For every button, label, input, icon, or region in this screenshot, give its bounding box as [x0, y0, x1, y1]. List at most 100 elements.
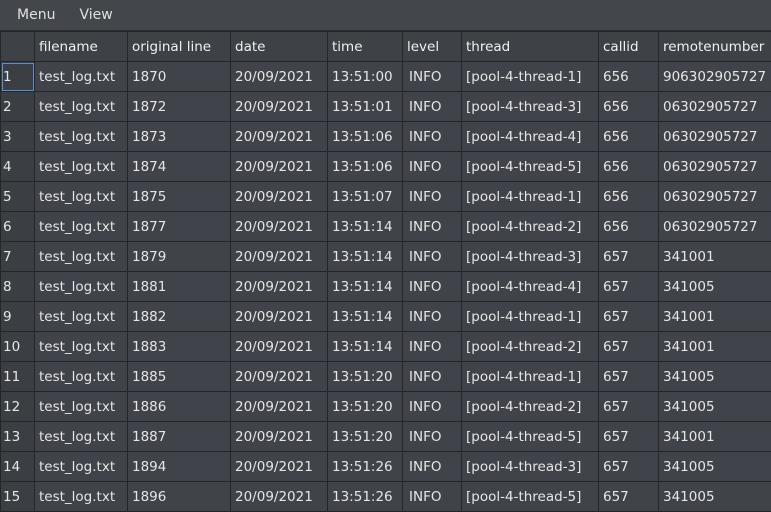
cell-row-number[interactable]: 14	[1, 452, 35, 482]
table-row[interactable]: 15test_log.txt189620/09/202113:51:26INFO…	[1, 482, 771, 512]
cell-remotenumber[interactable]: 341005	[659, 482, 771, 512]
cell-filename[interactable]: test_log.txt	[35, 122, 128, 152]
column-header-date[interactable]: date	[231, 32, 328, 62]
cell-callid[interactable]: 657	[599, 452, 659, 482]
cell-filename[interactable]: test_log.txt	[35, 302, 128, 332]
cell-time[interactable]: 13:51:26	[328, 482, 403, 512]
table-row[interactable]: 14test_log.txt189420/09/202113:51:26INFO…	[1, 452, 771, 482]
column-header-thread[interactable]: thread	[462, 32, 599, 62]
cell-time[interactable]: 13:51:14	[328, 302, 403, 332]
cell-date[interactable]: 20/09/2021	[231, 482, 328, 512]
cell-original-line[interactable]: 1870	[128, 62, 231, 92]
cell-thread[interactable]: [pool-4-thread-5]	[462, 152, 599, 182]
cell-callid[interactable]: 657	[599, 332, 659, 362]
cell-time[interactable]: 13:51:26	[328, 452, 403, 482]
cell-callid[interactable]: 657	[599, 422, 659, 452]
cell-original-line[interactable]: 1879	[128, 242, 231, 272]
cell-date[interactable]: 20/09/2021	[231, 152, 328, 182]
cell-original-line[interactable]: 1877	[128, 212, 231, 242]
table-row[interactable]: 3test_log.txt187320/09/202113:51:06INFO[…	[1, 122, 771, 152]
cell-level[interactable]: INFO	[403, 362, 462, 392]
cell-date[interactable]: 20/09/2021	[231, 62, 328, 92]
cell-thread[interactable]: [pool-4-thread-1]	[462, 62, 599, 92]
cell-date[interactable]: 20/09/2021	[231, 272, 328, 302]
cell-level[interactable]: INFO	[403, 92, 462, 122]
cell-callid[interactable]: 657	[599, 392, 659, 422]
column-header-filename[interactable]: filename	[35, 32, 128, 62]
cell-thread[interactable]: [pool-4-thread-2]	[462, 332, 599, 362]
cell-level[interactable]: INFO	[403, 392, 462, 422]
menu-view[interactable]: View	[67, 7, 124, 23]
cell-remotenumber[interactable]: 341005	[659, 392, 771, 422]
table-row[interactable]: 4test_log.txt187420/09/202113:51:06INFO[…	[1, 152, 771, 182]
cell-remotenumber[interactable]: 341005	[659, 362, 771, 392]
cell-row-number[interactable]: 2	[1, 92, 35, 122]
table-row[interactable]: 2test_log.txt187220/09/202113:51:01INFO[…	[1, 92, 771, 122]
cell-filename[interactable]: test_log.txt	[35, 182, 128, 212]
table-row[interactable]: 12test_log.txt188620/09/202113:51:20INFO…	[1, 392, 771, 422]
cell-date[interactable]: 20/09/2021	[231, 452, 328, 482]
cell-original-line[interactable]: 1882	[128, 302, 231, 332]
cell-level[interactable]: INFO	[403, 242, 462, 272]
cell-thread[interactable]: [pool-4-thread-4]	[462, 122, 599, 152]
table-row[interactable]: 5test_log.txt187520/09/202113:51:07INFO[…	[1, 182, 771, 212]
cell-callid[interactable]: 657	[599, 272, 659, 302]
cell-remotenumber[interactable]: 06302905727	[659, 212, 771, 242]
cell-filename[interactable]: test_log.txt	[35, 212, 128, 242]
cell-level[interactable]: INFO	[403, 122, 462, 152]
cell-time[interactable]: 13:51:14	[328, 272, 403, 302]
cell-time[interactable]: 13:51:14	[328, 212, 403, 242]
column-header-callid[interactable]: callid	[599, 32, 659, 62]
cell-remotenumber[interactable]: 341001	[659, 422, 771, 452]
cell-thread[interactable]: [pool-4-thread-1]	[462, 362, 599, 392]
cell-date[interactable]: 20/09/2021	[231, 302, 328, 332]
cell-level[interactable]: INFO	[403, 212, 462, 242]
cell-row-number[interactable]: 7	[1, 242, 35, 272]
cell-remotenumber[interactable]: 906302905727	[659, 62, 771, 92]
table-row[interactable]: 13test_log.txt188720/09/202113:51:20INFO…	[1, 422, 771, 452]
cell-thread[interactable]: [pool-4-thread-4]	[462, 272, 599, 302]
cell-level[interactable]: INFO	[403, 182, 462, 212]
cell-level[interactable]: INFO	[403, 332, 462, 362]
cell-row-number[interactable]: 1	[1, 62, 35, 92]
cell-row-number[interactable]: 4	[1, 152, 35, 182]
cell-level[interactable]: INFO	[403, 482, 462, 512]
table-row[interactable]: 9test_log.txt188220/09/202113:51:14INFO[…	[1, 302, 771, 332]
cell-remotenumber[interactable]: 341001	[659, 332, 771, 362]
table-row[interactable]: 11test_log.txt188520/09/202113:51:20INFO…	[1, 362, 771, 392]
cell-filename[interactable]: test_log.txt	[35, 422, 128, 452]
column-header-time[interactable]: time	[328, 32, 403, 62]
cell-time[interactable]: 13:51:14	[328, 332, 403, 362]
cell-filename[interactable]: test_log.txt	[35, 362, 128, 392]
cell-date[interactable]: 20/09/2021	[231, 422, 328, 452]
cell-row-number[interactable]: 5	[1, 182, 35, 212]
cell-filename[interactable]: test_log.txt	[35, 392, 128, 422]
cell-remotenumber[interactable]: 06302905727	[659, 92, 771, 122]
cell-date[interactable]: 20/09/2021	[231, 392, 328, 422]
cell-time[interactable]: 13:51:20	[328, 422, 403, 452]
cell-row-number[interactable]: 11	[1, 362, 35, 392]
cell-thread[interactable]: [pool-4-thread-2]	[462, 212, 599, 242]
cell-level[interactable]: INFO	[403, 62, 462, 92]
cell-time[interactable]: 13:51:00	[328, 62, 403, 92]
cell-row-number[interactable]: 13	[1, 422, 35, 452]
cell-thread[interactable]: [pool-4-thread-3]	[462, 452, 599, 482]
cell-row-number[interactable]: 8	[1, 272, 35, 302]
cell-thread[interactable]: [pool-4-thread-3]	[462, 92, 599, 122]
cell-date[interactable]: 20/09/2021	[231, 362, 328, 392]
menu-menu[interactable]: Menu	[5, 7, 67, 23]
cell-date[interactable]: 20/09/2021	[231, 122, 328, 152]
cell-remotenumber[interactable]: 341001	[659, 302, 771, 332]
cell-row-number[interactable]: 15	[1, 482, 35, 512]
cell-callid[interactable]: 657	[599, 482, 659, 512]
cell-date[interactable]: 20/09/2021	[231, 242, 328, 272]
table-row[interactable]: 6test_log.txt187720/09/202113:51:14INFO[…	[1, 212, 771, 242]
cell-remotenumber[interactable]: 06302905727	[659, 152, 771, 182]
cell-callid[interactable]: 656	[599, 182, 659, 212]
cell-callid[interactable]: 657	[599, 362, 659, 392]
cell-filename[interactable]: test_log.txt	[35, 482, 128, 512]
cell-time[interactable]: 13:51:06	[328, 152, 403, 182]
cell-thread[interactable]: [pool-4-thread-2]	[462, 392, 599, 422]
cell-time[interactable]: 13:51:06	[328, 122, 403, 152]
cell-date[interactable]: 20/09/2021	[231, 182, 328, 212]
